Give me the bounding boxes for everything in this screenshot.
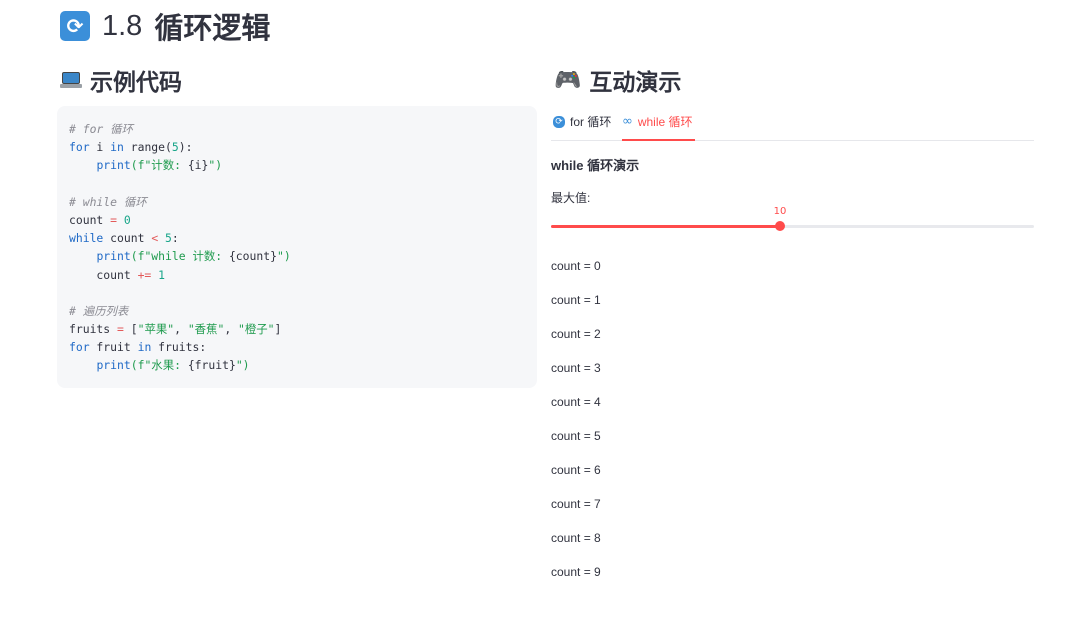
tab-label: for 循环 xyxy=(570,115,612,129)
code-line: while count < 5: xyxy=(69,229,525,247)
output-line: count = 3 xyxy=(551,361,601,375)
code-token: , xyxy=(174,322,188,337)
page-title: ⟳ 1.8 循环逻辑 xyxy=(60,6,270,46)
code-token: 1 xyxy=(158,267,166,282)
code-token: ") xyxy=(235,358,250,373)
code-token: fruits: xyxy=(151,340,207,355)
code-token: "香蕉" xyxy=(187,322,225,337)
output-line: count = 1 xyxy=(551,293,601,307)
code-token: # for 循环 xyxy=(69,122,133,136)
code-token: {count} xyxy=(228,249,277,264)
code-token: for xyxy=(69,140,90,155)
output-list: count = 0 count = 1 count = 2 count = 3 … xyxy=(551,258,601,598)
code-line: # 遍历列表 xyxy=(69,302,525,320)
code-line: print(f"while 计数: {count}") xyxy=(69,247,525,265)
code-token: ] xyxy=(274,322,282,337)
demo-subtitle: while 循环演示 xyxy=(551,158,640,173)
code-token: count xyxy=(103,231,152,246)
output-line: count = 4 xyxy=(551,395,601,409)
demo-section-heading: 🎮 互动演示 xyxy=(554,64,681,96)
tab-bar: ⟳ for 循环 ∞ while 循环 xyxy=(551,110,1034,141)
output-line: count = 0 xyxy=(551,259,601,273)
code-token: i xyxy=(89,140,111,155)
code-token: ") xyxy=(276,249,291,264)
code-token: ") xyxy=(208,158,223,173)
code-token: , xyxy=(224,322,239,337)
code-token: in xyxy=(110,140,124,155)
code-token: fruit xyxy=(89,340,138,355)
code-section-title: 示例代码 xyxy=(90,69,182,95)
code-token: "橙子" xyxy=(238,322,275,337)
output-line: count = 7 xyxy=(551,497,601,511)
code-line: print(f"计数: {i}") xyxy=(69,156,525,174)
gamepad-icon: 🎮 xyxy=(554,67,582,93)
tab-for-loop[interactable]: ⟳ for 循环 xyxy=(553,110,611,140)
code-token: = xyxy=(117,322,124,337)
code-token: (f"while 计数: xyxy=(130,249,229,264)
code-token: print xyxy=(96,249,131,264)
code-token: (f"水果: xyxy=(130,358,188,373)
code-section-heading: 示例代码 xyxy=(60,64,182,96)
code-token: # 遍历列表 xyxy=(69,303,129,318)
code-line: for fruit in fruits: xyxy=(69,338,525,356)
demo-section-title: 互动演示 xyxy=(589,69,682,95)
code-token: (f"计数: xyxy=(130,158,188,173)
code-token: range( xyxy=(123,140,172,155)
laptop-icon xyxy=(60,72,82,88)
code-token: 5 xyxy=(171,140,179,155)
output-line: count = 2 xyxy=(551,327,601,341)
slider-label: 最大值: xyxy=(551,191,591,205)
page-title-text: 循环逻辑 xyxy=(154,13,271,45)
output-line: count = 6 xyxy=(551,463,601,477)
code-token: count xyxy=(69,267,138,282)
code-token: {fruit} xyxy=(187,358,236,373)
code-token: 0 xyxy=(123,212,131,227)
code-token: "苹果" xyxy=(137,322,175,337)
code-token: : xyxy=(171,231,179,246)
code-token: # while 循环 xyxy=(69,194,147,209)
refresh-icon: ⟳ xyxy=(60,11,90,41)
code-token: while xyxy=(69,231,104,246)
refresh-icon: ⟳ xyxy=(553,116,565,128)
code-token: 5 xyxy=(165,231,172,246)
code-token: in xyxy=(137,340,152,355)
code-token: += xyxy=(137,267,152,282)
code-token: [ xyxy=(123,322,138,337)
code-line: count = 0 xyxy=(69,211,525,229)
tab-label: while 循环 xyxy=(637,115,693,129)
tab-while-loop[interactable]: ∞ while 循环 xyxy=(622,110,695,141)
code-token: print xyxy=(96,158,131,173)
max-value-slider[interactable]: 10 xyxy=(551,206,1034,234)
code-line: # for 循环 xyxy=(69,120,525,138)
output-line: count = 5 xyxy=(551,429,601,443)
code-block[interactable]: # for 循环 for i in range(5): print(f"计数: {… xyxy=(57,106,537,388)
code-line: count += 1 xyxy=(69,266,525,284)
page-title-number: 1.8 xyxy=(102,9,143,42)
code-token: ): xyxy=(178,140,193,155)
code-token: = xyxy=(110,212,118,227)
code-line: fruits = ["苹果", "香蕉", "橙子"] xyxy=(69,320,525,338)
infinity-icon: ∞ xyxy=(622,114,633,129)
slider-fill xyxy=(551,225,780,228)
output-line: count = 9 xyxy=(551,565,601,579)
slider-thumb[interactable] xyxy=(775,221,785,231)
code-token: {i} xyxy=(187,158,209,173)
code-token: for xyxy=(69,340,90,355)
output-line: count = 8 xyxy=(551,531,601,545)
code-line: for i in range(5): xyxy=(69,138,525,156)
code-token: count xyxy=(69,212,111,227)
code-token: fruits xyxy=(69,322,118,337)
code-token: print xyxy=(96,358,131,373)
code-line: print(f"水果: {fruit}") xyxy=(69,356,525,374)
slider-value: 10 xyxy=(773,206,787,217)
code-line: # while 循环 xyxy=(69,193,525,211)
